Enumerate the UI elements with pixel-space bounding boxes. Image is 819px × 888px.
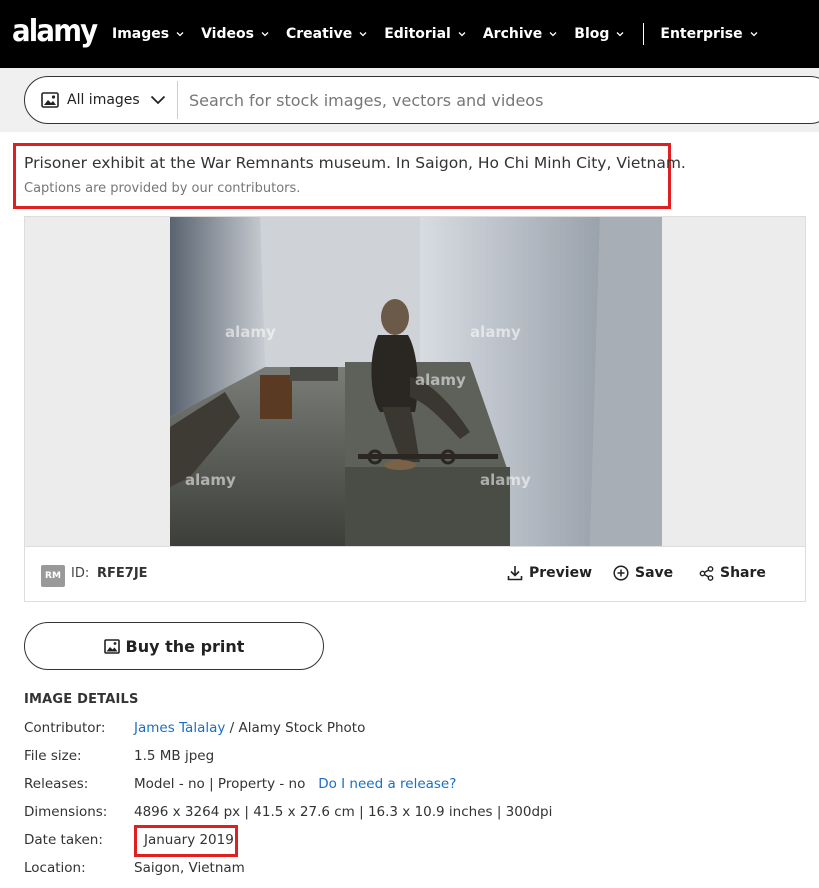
nav-images-label: Images [112, 26, 170, 42]
contributor-value: James Talalay / Alamy Stock Photo [134, 720, 365, 736]
chevron-down-icon [261, 32, 269, 37]
chevron-down-icon [176, 32, 184, 37]
alamy-watermark: alamy [185, 471, 236, 489]
alamy-watermark: alamy [470, 323, 521, 341]
dimensions-key: Dimensions: [24, 804, 108, 820]
nav-editorial[interactable]: Editorial [384, 26, 467, 42]
nav-videos-label: Videos [201, 26, 254, 42]
buy-the-print-label: Buy the print [125, 636, 245, 656]
image-type-dropdown[interactable]: All images [25, 77, 177, 123]
image-icon [103, 638, 120, 654]
image-panel: alamy alamy alamy alamy alamy RM ID: RFE7JE … [24, 216, 806, 602]
image-caption: Prisoner exhibit at the War Remnants mus… [24, 154, 686, 172]
prisoner-exhibit-photo[interactable]: alamy alamy alamy alamy alamy [170, 217, 662, 546]
search-box: All images [24, 76, 819, 124]
image-id-bar: RM ID: RFE7JE Preview Save Share [25, 546, 805, 602]
chevron-down-icon [750, 32, 758, 37]
alamy-watermark: alamy [480, 471, 531, 489]
chevron-down-icon [359, 32, 367, 37]
download-icon [507, 566, 523, 581]
nav-blog-label: Blog [574, 26, 610, 42]
image-id-value: RFE7JE [97, 566, 148, 581]
chevron-down-icon [616, 32, 624, 37]
plus-circle-icon [613, 565, 629, 581]
alamy-watermark: alamy [225, 323, 276, 341]
nav-archive[interactable]: Archive [483, 26, 558, 42]
caption-highlight [13, 143, 671, 209]
top-navigation-bar: alamy Images Videos Creative Editorial A… [0, 0, 819, 68]
share-icon [699, 565, 714, 581]
nav-divider [643, 23, 645, 45]
nav-archive-label: Archive [482, 26, 543, 42]
nav-creative-label: Creative [285, 26, 353, 42]
preview-button[interactable]: Preview [507, 565, 592, 581]
search-band: All images [0, 68, 819, 132]
image-area: alamy alamy alamy alamy alamy [25, 217, 805, 546]
location-key: Location: [24, 860, 86, 876]
share-label: Share [720, 565, 766, 581]
image-type-label: All images [67, 92, 140, 108]
buy-the-print-button[interactable]: Buy the print [24, 622, 324, 670]
license-badge: RM [41, 565, 65, 587]
image-details-heading: IMAGE DETAILS [24, 692, 139, 707]
releases-key: Releases: [24, 776, 89, 792]
nav-images[interactable]: Images [112, 26, 185, 42]
image-id-label: ID: [71, 566, 90, 581]
file-size-key: File size: [24, 748, 82, 764]
save-button[interactable]: Save [613, 565, 673, 581]
chevron-down-icon [549, 32, 557, 37]
nav-editorial-label: Editorial [384, 26, 451, 42]
share-button[interactable]: Share [699, 565, 766, 581]
nav-enterprise-label: Enterprise [660, 26, 743, 42]
date-highlight [134, 825, 238, 857]
preview-label: Preview [529, 565, 593, 581]
caption-note: Captions are provided by our contributor… [24, 181, 301, 196]
nav-enterprise[interactable]: Enterprise [660, 26, 758, 42]
alamy-watermark: alamy [415, 371, 466, 389]
chevron-down-icon [150, 95, 165, 105]
chevron-down-icon [458, 32, 466, 37]
image-icon [41, 92, 59, 108]
release-help-link[interactable]: Do I need a release? [318, 776, 456, 792]
releases-value: Model - no | Property - no Do I need a r… [134, 776, 456, 792]
location-value: Saigon, Vietnam [134, 860, 245, 876]
contributor-key: Contributor: [24, 720, 106, 736]
contributor-agency: / Alamy Stock Photo [229, 720, 366, 736]
dimensions-value: 4896 x 3264 px | 41.5 x 27.6 cm | 16.3 x… [134, 804, 553, 820]
nav-blog[interactable]: Blog [574, 26, 625, 42]
contributor-link[interactable]: James Talalay [134, 720, 225, 736]
nav-creative[interactable]: Creative [286, 26, 368, 42]
releases-text: Model - no | Property - no [134, 776, 306, 792]
nav-videos[interactable]: Videos [201, 26, 270, 42]
search-input[interactable] [189, 83, 789, 117]
save-label: Save [635, 565, 674, 581]
photo-illustration: alamy alamy alamy alamy alamy [170, 217, 662, 546]
search-divider [177, 81, 178, 119]
date-taken-key: Date taken: [24, 832, 103, 848]
alamy-logo[interactable]: alamy [12, 14, 98, 50]
file-size-value: 1.5 MB jpeg [134, 748, 215, 764]
main-nav: Images Videos Creative Editorial Archive… [112, 0, 775, 68]
